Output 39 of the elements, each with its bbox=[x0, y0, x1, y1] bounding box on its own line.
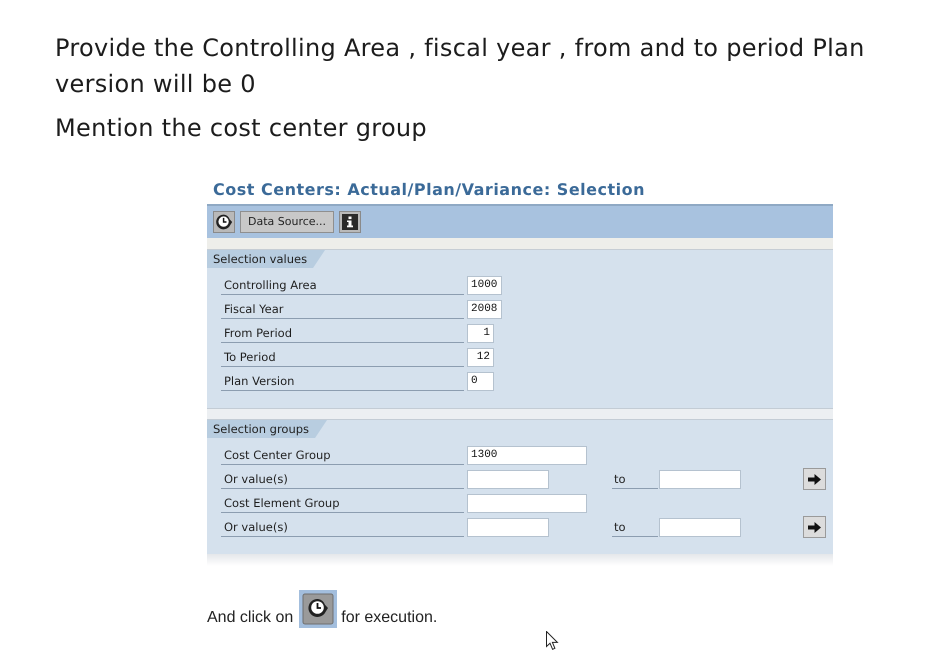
field-label: From Period bbox=[221, 323, 464, 343]
input-field[interactable] bbox=[467, 470, 549, 488]
input-field[interactable]: 2008 bbox=[467, 300, 502, 318]
right-arrow-icon bbox=[808, 522, 821, 532]
info-button[interactable] bbox=[339, 211, 362, 233]
clock-icon bbox=[215, 213, 233, 231]
instruction-text: Provide the Controlling Area , fiscal year , from and to period Plan version will be 0 bbox=[55, 33, 866, 100]
field-label: Cost Center Group bbox=[221, 445, 464, 465]
input-field[interactable] bbox=[659, 518, 741, 536]
field-label: to bbox=[612, 469, 658, 489]
info-icon bbox=[342, 214, 358, 230]
multiple-selection-button[interactable] bbox=[803, 516, 826, 538]
field-label: Or value(s) bbox=[221, 469, 464, 489]
footer-text: And click on bbox=[207, 608, 294, 628]
execute-button[interactable] bbox=[213, 211, 235, 233]
field-label: To Period bbox=[221, 347, 464, 367]
field-label: Controlling Area bbox=[221, 275, 464, 295]
input-field[interactable]: 1300 bbox=[467, 446, 587, 464]
input-field[interactable] bbox=[467, 518, 549, 536]
input-field[interactable]: 1000 bbox=[467, 276, 502, 294]
footer-text: for execution. bbox=[341, 608, 438, 628]
input-field[interactable]: 12 bbox=[467, 348, 494, 366]
multiple-selection-button[interactable] bbox=[803, 468, 826, 490]
field-label: Or value(s) bbox=[221, 517, 464, 537]
input-field[interactable]: 1 bbox=[467, 324, 494, 342]
field-label: Cost Element Group bbox=[221, 493, 464, 513]
field-label: Fiscal Year bbox=[221, 299, 464, 319]
instruction-text: Mention the cost center group bbox=[55, 113, 428, 144]
input-field[interactable] bbox=[467, 494, 587, 512]
input-field[interactable]: 0 bbox=[467, 372, 494, 390]
clock-icon bbox=[299, 590, 338, 628]
data-source-button[interactable]: Data Source... bbox=[240, 211, 334, 233]
section-title: Selection groups bbox=[207, 420, 328, 438]
input-field[interactable] bbox=[659, 470, 741, 488]
right-arrow-icon bbox=[808, 474, 821, 484]
mouse-pointer-icon bbox=[546, 631, 559, 650]
section-title: Selection values bbox=[207, 250, 326, 268]
field-label: Plan Version bbox=[221, 371, 464, 391]
field-label: to bbox=[612, 517, 658, 537]
